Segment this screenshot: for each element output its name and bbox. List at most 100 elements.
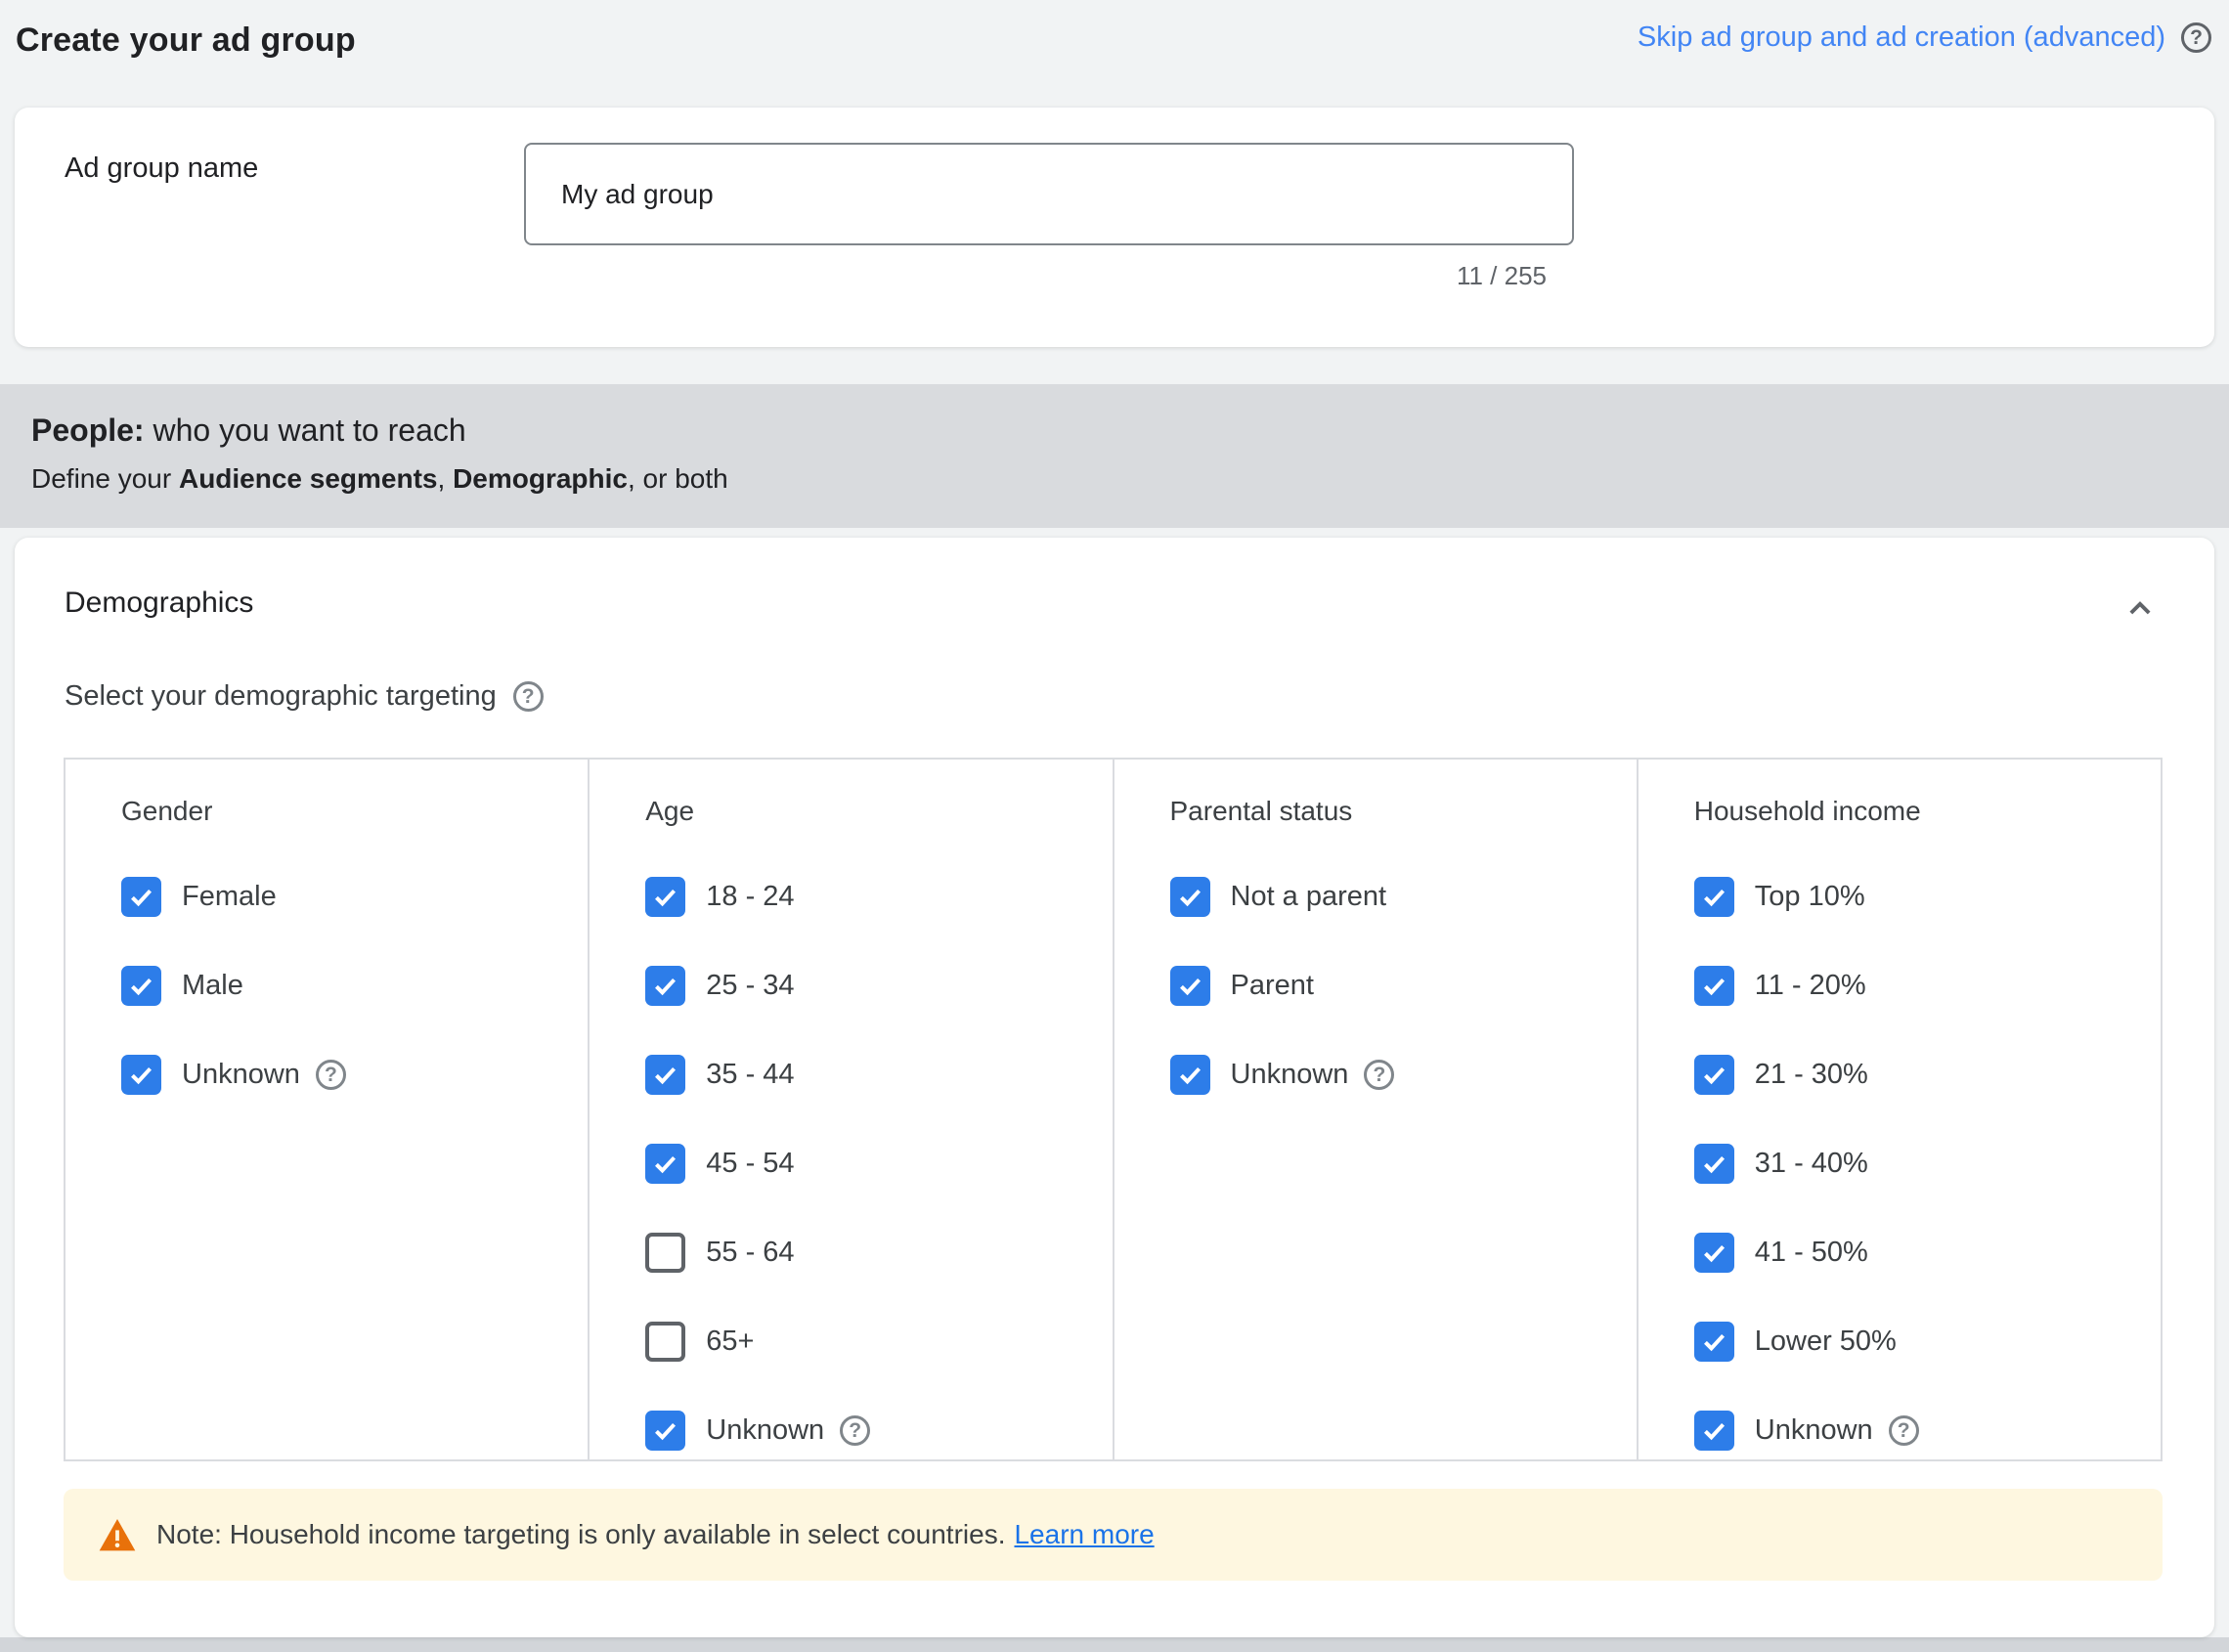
collapse-chevron-icon[interactable]	[2120, 588, 2160, 628]
column-header-gender: Gender	[121, 796, 213, 826]
checkbox-checked[interactable]	[1169, 877, 1210, 917]
option-label: 45 - 54	[706, 1148, 795, 1179]
column-header-household-income: Household income	[1693, 796, 1921, 826]
help-icon[interactable]: ?	[840, 1415, 871, 1446]
option-label: Female	[182, 881, 277, 912]
help-icon[interactable]: ?	[1888, 1415, 1919, 1446]
ad-group-name-input[interactable]	[524, 143, 1574, 245]
page-title: Create your ad group	[16, 22, 356, 59]
option-label: Unknown	[182, 1059, 300, 1090]
char-counter: 11 / 255	[1456, 261, 1547, 290]
checkbox-option-age-65[interactable]: 65+	[645, 1322, 1112, 1362]
checkbox-unchecked[interactable]	[645, 1233, 686, 1273]
demographics-card: Demographics Select your demographic tar…	[15, 538, 2214, 1637]
people-subtitle-audience: Audience segments	[178, 463, 438, 494]
checkbox-option-household-income-top-10[interactable]: Top 10%	[1693, 877, 2161, 917]
help-icon[interactable]: ?	[315, 1060, 346, 1090]
ad-group-name-card: Ad group name 11 / 255	[15, 108, 2214, 347]
people-subtitle-suffix: , or both	[628, 463, 728, 494]
demographic-targeting-label: Select your demographic targeting	[65, 680, 497, 712]
checkbox-option-parental-status-parent[interactable]: Parent	[1169, 966, 1637, 1006]
option-label: 25 - 34	[706, 970, 795, 1001]
checkbox-checked[interactable]	[645, 1411, 686, 1451]
people-subtitle-demographic: Demographic	[453, 463, 628, 494]
people-section-band: People: who you want to reach Define you…	[0, 384, 2229, 528]
option-label: Unknown	[1230, 1059, 1349, 1090]
ad-group-name-input-wrap: 11 / 255	[524, 143, 1574, 291]
checkbox-option-gender-unknown[interactable]: Unknown?	[121, 1055, 588, 1095]
people-heading: People: who you want to reach	[31, 413, 2229, 449]
checkbox-checked[interactable]	[121, 1055, 161, 1095]
option-label: Parent	[1230, 970, 1314, 1001]
checkbox-checked[interactable]	[1169, 1055, 1210, 1095]
option-label: 31 - 40%	[1754, 1148, 1868, 1179]
checkbox-option-household-income-unknown[interactable]: Unknown?	[1693, 1411, 2161, 1451]
checkbox-checked[interactable]	[121, 877, 161, 917]
checkbox-checked[interactable]	[121, 966, 161, 1006]
checkbox-option-household-income-41-50[interactable]: 41 - 50%	[1693, 1233, 2161, 1273]
checkbox-option-gender-female[interactable]: Female	[121, 877, 588, 917]
help-icon[interactable]: ?	[512, 681, 544, 712]
help-icon[interactable]: ?	[1364, 1060, 1395, 1090]
checkbox-checked[interactable]	[1169, 966, 1210, 1006]
people-subtitle-sep: ,	[437, 463, 454, 494]
checkbox-option-household-income-11-20[interactable]: 11 - 20%	[1693, 966, 2161, 1006]
column-header-parental-status: Parental status	[1169, 796, 1353, 826]
option-label: Lower 50%	[1754, 1326, 1897, 1357]
page-bottom-strip	[0, 1637, 2229, 1652]
checkbox-unchecked[interactable]	[645, 1322, 686, 1362]
column-header-age: Age	[645, 796, 695, 826]
learn-more-link[interactable]: Learn more	[1014, 1519, 1154, 1550]
household-income-note: Note: Household income targeting is only…	[64, 1489, 2163, 1581]
checkbox-checked[interactable]	[1693, 1411, 1734, 1451]
checkbox-checked[interactable]	[645, 1144, 686, 1184]
people-subtitle: Define your Audience segments, Demograph…	[31, 463, 2229, 495]
page-header: Create your ad group Skip ad group and a…	[0, 0, 2229, 108]
checkbox-option-age-55-64[interactable]: 55 - 64	[645, 1233, 1112, 1273]
option-label: 41 - 50%	[1754, 1237, 1868, 1268]
checkbox-checked[interactable]	[645, 966, 686, 1006]
checkbox-option-age-45-54[interactable]: 45 - 54	[645, 1144, 1112, 1184]
demographics-title: Demographics	[65, 587, 254, 619]
note-text: Note: Household income targeting is only…	[156, 1519, 1006, 1549]
option-label: Not a parent	[1230, 881, 1387, 912]
checkbox-checked[interactable]	[1693, 1055, 1734, 1095]
option-label: 18 - 24	[706, 881, 795, 912]
checkbox-option-household-income-lower-50[interactable]: Lower 50%	[1693, 1322, 2161, 1362]
demographic-targeting-subtitle: Select your demographic targeting ?	[65, 680, 544, 713]
checkbox-checked[interactable]	[645, 1055, 686, 1095]
people-heading-rest: who you want to reach	[144, 413, 466, 448]
option-label: 65+	[706, 1326, 755, 1357]
column-gender: Gender Female Male Unknown?	[66, 760, 588, 1459]
checkbox-checked[interactable]	[1693, 966, 1734, 1006]
skip-ad-group-link[interactable]: Skip ad group and ad creation (advanced)	[1638, 22, 2165, 54]
column-parental-status: Parental status Not a parent Parent Unknown…	[1112, 760, 1637, 1459]
help-icon[interactable]: ?	[2181, 22, 2211, 53]
option-label: 21 - 30%	[1754, 1059, 1868, 1090]
checkbox-checked[interactable]	[1693, 877, 1734, 917]
options-list: Not a parent Parent Unknown?	[1169, 877, 1637, 1095]
ad-group-name-label: Ad group name	[65, 152, 259, 184]
checkbox-checked[interactable]	[1693, 1144, 1734, 1184]
checkbox-option-parental-status-not-a-parent[interactable]: Not a parent	[1169, 877, 1637, 917]
options-list: Top 10% 11 - 20% 21 - 30% 31 - 40% 41 - 50% L…	[1693, 877, 2161, 1451]
checkbox-option-age-35-44[interactable]: 35 - 44	[645, 1055, 1112, 1095]
skip-area: Skip ad group and ad creation (advanced)…	[1638, 22, 2213, 54]
column-household-income: Household income Top 10% 11 - 20% 21 - 30% 3…	[1636, 760, 2161, 1459]
options-list: Female Male Unknown?	[121, 877, 588, 1095]
checkbox-checked[interactable]	[645, 877, 686, 917]
option-label: Top 10%	[1754, 881, 1865, 912]
checkbox-option-household-income-21-30[interactable]: 21 - 30%	[1693, 1055, 2161, 1095]
checkbox-checked[interactable]	[1693, 1322, 1734, 1362]
checkbox-checked[interactable]	[1693, 1233, 1734, 1273]
warning-icon	[99, 1518, 136, 1551]
people-subtitle-prefix: Define your	[31, 463, 179, 494]
checkbox-option-gender-male[interactable]: Male	[121, 966, 588, 1006]
option-label: Male	[182, 970, 243, 1001]
checkbox-option-household-income-31-40[interactable]: 31 - 40%	[1693, 1144, 2161, 1184]
checkbox-option-age-unknown[interactable]: Unknown?	[645, 1411, 1112, 1451]
column-age: Age 18 - 24 25 - 34 35 - 44 45 - 54 55 - 64 65…	[588, 760, 1112, 1459]
checkbox-option-age-25-34[interactable]: 25 - 34	[645, 966, 1112, 1006]
checkbox-option-parental-status-unknown[interactable]: Unknown?	[1169, 1055, 1637, 1095]
checkbox-option-age-18-24[interactable]: 18 - 24	[645, 877, 1112, 917]
